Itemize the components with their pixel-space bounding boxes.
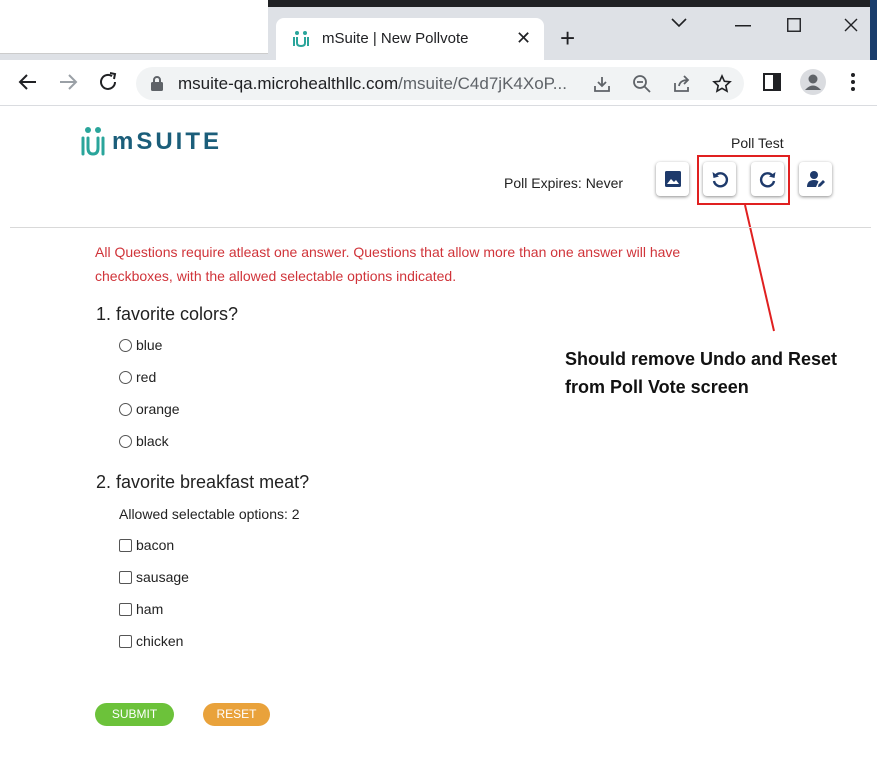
install-app-icon[interactable]	[592, 74, 612, 94]
option-label: bacon	[136, 537, 175, 553]
tab-search-chevron-icon[interactable]	[670, 17, 688, 29]
url-host: msuite-qa.microhealthllc.com	[178, 74, 399, 93]
poll-expires: Poll Expires: Never	[504, 175, 624, 191]
tabstrip-topline	[268, 0, 877, 7]
reload-icon[interactable]	[96, 70, 120, 94]
radio-button[interactable]	[119, 402, 132, 416]
option-label: orange	[136, 401, 180, 417]
logo-text: mSUITE	[112, 128, 223, 155]
msuite-logo-icon	[81, 127, 105, 156]
url-text[interactable]: msuite-qa.microhealthllc.com/msuite/C4d7…	[178, 74, 567, 94]
close-window-icon[interactable]	[844, 18, 858, 32]
checkbox[interactable]	[119, 634, 132, 648]
header-divider	[10, 227, 871, 228]
user-edit-icon	[806, 171, 825, 187]
tab-title: mSuite | New Pollvote	[322, 30, 469, 47]
option-label: red	[136, 369, 157, 385]
lock-icon[interactable]	[150, 76, 164, 91]
radio-button[interactable]	[119, 338, 132, 352]
tab-close-icon[interactable]: ✕	[516, 28, 531, 49]
other-window	[0, 0, 268, 54]
option-checkbox[interactable]: bacon	[119, 537, 174, 553]
poll-title: Poll Test	[731, 135, 784, 151]
window-edge	[870, 0, 877, 60]
checkbox[interactable]	[119, 538, 132, 552]
option-radio[interactable]: black	[119, 433, 169, 449]
option-label: black	[136, 433, 169, 449]
checkbox[interactable]	[119, 602, 132, 616]
option-label: ham	[136, 601, 164, 617]
share-icon[interactable]	[672, 74, 692, 94]
side-panel-icon[interactable]	[761, 71, 783, 93]
question-title: 1. favorite colors?	[96, 304, 239, 324]
radio-button[interactable]	[119, 434, 132, 448]
browser-toolbar: msuite-qa.microhealthllc.com/msuite/C4d7…	[0, 60, 877, 106]
minimize-icon[interactable]	[735, 25, 751, 27]
submit-button[interactable]: SUBMIT	[95, 703, 174, 726]
checkbox[interactable]	[119, 570, 132, 584]
annotation-line-2: from Poll Vote screen	[565, 377, 749, 397]
option-radio[interactable]: red	[119, 369, 156, 385]
maximize-icon[interactable]	[787, 18, 801, 32]
zoom-icon[interactable]	[632, 74, 652, 94]
image-icon	[664, 171, 681, 187]
menu-kebab-icon[interactable]	[842, 71, 864, 93]
annotation-note: Should remove Undo and Reset from Poll V…	[565, 345, 837, 401]
msuite-favicon-icon	[293, 31, 309, 48]
profile-avatar-icon[interactable]	[800, 69, 826, 95]
url-path: /msuite/C4d7jK4XoP...	[398, 74, 567, 93]
option-checkbox[interactable]: ham	[119, 601, 163, 617]
radio-button[interactable]	[119, 370, 132, 384]
edit-user-button[interactable]	[799, 162, 832, 196]
new-tab-button[interactable]: +	[560, 24, 575, 52]
browser-tabstrip: mSuite | New Pollvote ✕ +	[0, 0, 877, 60]
msuite-logo[interactable]: mSUITE	[80, 126, 222, 158]
annotation-line-1: Should remove Undo and Reset	[565, 349, 838, 369]
instructions-notice: All Questions require atleast one answer…	[95, 244, 681, 284]
option-checkbox[interactable]: chicken	[119, 633, 183, 649]
back-icon[interactable]	[16, 70, 40, 94]
reset-button[interactable]: RESET	[203, 703, 270, 726]
allowed-options-note: Allowed selectable options: 2	[119, 506, 300, 522]
option-checkbox[interactable]: sausage	[119, 569, 189, 585]
address-bar[interactable]: msuite-qa.microhealthllc.com/msuite/C4d7…	[136, 67, 744, 100]
option-label: blue	[136, 337, 163, 353]
browser-tab[interactable]: mSuite | New Pollvote ✕	[276, 18, 544, 60]
annotation-highlight-box	[697, 155, 790, 205]
image-button[interactable]	[656, 162, 689, 196]
option-label: chicken	[136, 633, 184, 649]
question-title: 2. favorite breakfast meat?	[96, 472, 310, 492]
bookmark-star-icon[interactable]	[712, 74, 732, 94]
option-radio[interactable]: orange	[119, 401, 180, 417]
forward-icon[interactable]	[56, 70, 80, 94]
option-radio[interactable]: blue	[119, 337, 162, 353]
option-label: sausage	[136, 569, 189, 585]
